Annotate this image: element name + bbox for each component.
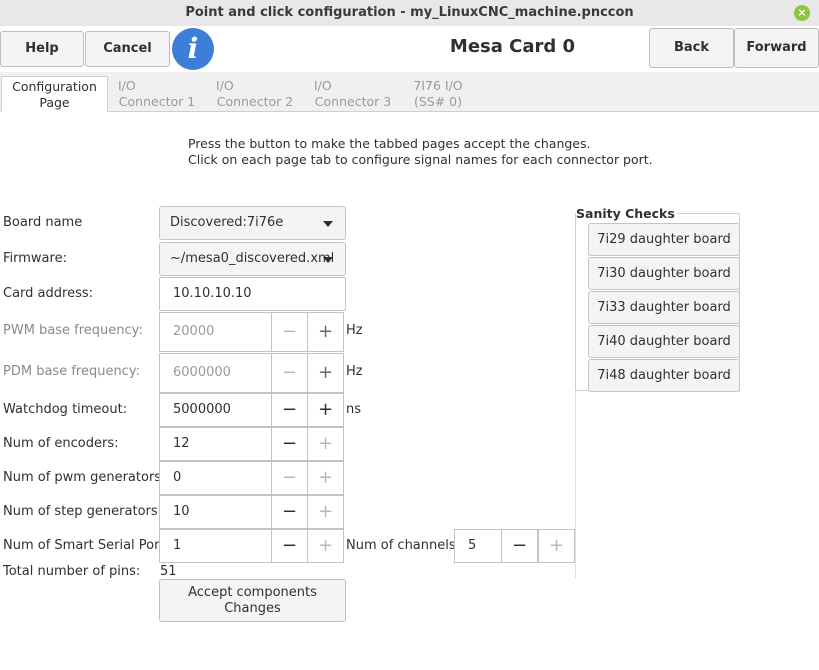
pwm-generators-value[interactable]: 0 [159,461,272,495]
tab-io-connector-1[interactable]: I/O Connector 1 [108,76,206,111]
tab-label-line2: Connector 3 [314,94,392,109]
page-title: Mesa Card 0 [449,36,576,57]
tab-label-line1: I/O [118,78,136,93]
increment-button[interactable]: + [307,393,344,427]
increment-button[interactable]: + [307,461,344,495]
cancel-button[interactable]: Cancel [85,31,170,67]
sanity-7i40-button[interactable]: 7i40 daughter board [588,325,740,358]
decrement-button[interactable]: − [271,495,308,529]
back-button[interactable]: Back [649,28,734,68]
channels-spin: 5 − + [454,529,575,563]
sanity-7i33-button[interactable]: 7i33 daughter board [588,291,740,324]
decrement-button[interactable]: − [271,461,308,495]
sanity-checks-title: Sanity Checks [576,206,677,221]
watchdog-label: Watchdog timeout: [3,402,128,417]
encoders-label: Num of encoders: [3,436,119,451]
encoders-value[interactable]: 12 [159,427,272,461]
tab-label-line2: Connector 1 [118,94,196,109]
increment-button[interactable]: + [307,353,344,393]
pdm-frequency-value[interactable]: 6000000 [159,353,272,393]
increment-button[interactable]: + [307,495,344,529]
pwm-frequency-value[interactable]: 20000 [159,312,272,352]
chevron-down-icon [323,257,333,263]
card-address-label: Card address: [3,286,93,301]
pdm-frequency-label: PDM base frequency: [3,364,140,379]
decrement-button[interactable]: − [271,529,308,563]
tab-label-line1: I/O [216,78,234,93]
accept-button-line1: Accept components [188,585,317,600]
increment-button[interactable]: + [307,427,344,461]
board-name-value: Discovered:7i76e [170,215,284,230]
smart-serial-spin: 1 − + [159,529,345,563]
decrement-button[interactable]: − [271,427,308,461]
watchdog-spin: 5000000 − + [159,393,345,427]
channels-label: Num of channels: [346,538,461,553]
smart-serial-label: Num of Smart Serial Ports: [3,538,176,553]
pdm-frequency-unit: Hz [346,364,363,379]
pwm-generators-spin: 0 − + [159,461,345,495]
tab-label-line1: 7I76 I/O [413,78,463,93]
firmware-value: ~/mesa0_discovered.xml [170,251,335,266]
help-button[interactable]: Help [0,31,84,67]
tab-label-line1: I/O [314,78,332,93]
pdm-frequency-spin: 6000000 − + [159,353,345,393]
instruction-line-1: Press the button to make the tabbed page… [188,136,591,151]
tab-label-line2: Connector 2 [216,94,294,109]
card-address-field[interactable]: 10.10.10.10 [159,277,346,311]
tab-label-line2: (SS# 0) [413,94,463,109]
channels-value[interactable]: 5 [454,529,502,563]
decrement-button[interactable]: − [271,312,308,352]
board-name-label: Board name [3,215,83,230]
step-generators-spin: 10 − + [159,495,345,529]
decrement-button[interactable]: − [271,353,308,393]
tab-configuration-page[interactable]: Configuration Page [1,76,108,112]
accept-changes-button[interactable]: Accept components Changes [159,579,346,622]
encoders-spin: 12 − + [159,427,345,461]
sanity-7i48-button[interactable]: 7i48 daughter board [588,359,740,392]
close-icon[interactable]: × [794,5,810,21]
pwm-frequency-spin: 20000 − + [159,312,345,352]
step-generators-value[interactable]: 10 [159,495,272,529]
decrement-button[interactable]: − [501,529,538,563]
decrement-button[interactable]: − [271,393,308,427]
total-pins-label: Total number of pins: [3,564,141,579]
smart-serial-value[interactable]: 1 [159,529,272,563]
tab-io-connector-2[interactable]: I/O Connector 2 [206,76,304,111]
forward-button[interactable]: Forward [734,28,819,68]
pwm-frequency-unit: Hz [346,323,363,338]
tab-label-line2: Page [39,95,70,110]
divider [575,390,576,578]
increment-button[interactable]: + [307,312,344,352]
total-pins-value: 51 [160,564,177,579]
tab-io-connector-3[interactable]: I/O Connector 3 [304,76,402,111]
chevron-down-icon [323,221,333,227]
increment-button[interactable]: + [307,529,344,563]
increment-button[interactable]: + [538,529,575,563]
watchdog-unit: ns [346,402,362,417]
board-name-combo[interactable]: Discovered:7i76e [159,206,346,240]
info-icon[interactable]: i [172,28,214,70]
sanity-7i29-button[interactable]: 7i29 daughter board [588,223,740,256]
pwm-frequency-label: PWM base frequency: [3,323,143,338]
sanity-7i30-button[interactable]: 7i30 daughter board [588,257,740,290]
window-title: Point and click configuration - my_Linux… [185,5,634,20]
accept-button-line2: Changes [224,601,281,616]
window-titlebar: Point and click configuration - my_Linux… [0,0,819,27]
firmware-label: Firmware: [3,251,67,266]
watchdog-value[interactable]: 5000000 [159,393,272,427]
pwm-generators-label: Num of pwm generators: [3,470,166,485]
tab-label-line1: Configuration [12,79,97,94]
instruction-line-2: Click on each page tab to configure sign… [188,152,653,167]
firmware-combo[interactable]: ~/mesa0_discovered.xml [159,242,346,276]
tab-7i76-io[interactable]: 7I76 I/O (SS# 0) [402,76,474,111]
step-generators-label: Num of step generators: [3,504,163,519]
